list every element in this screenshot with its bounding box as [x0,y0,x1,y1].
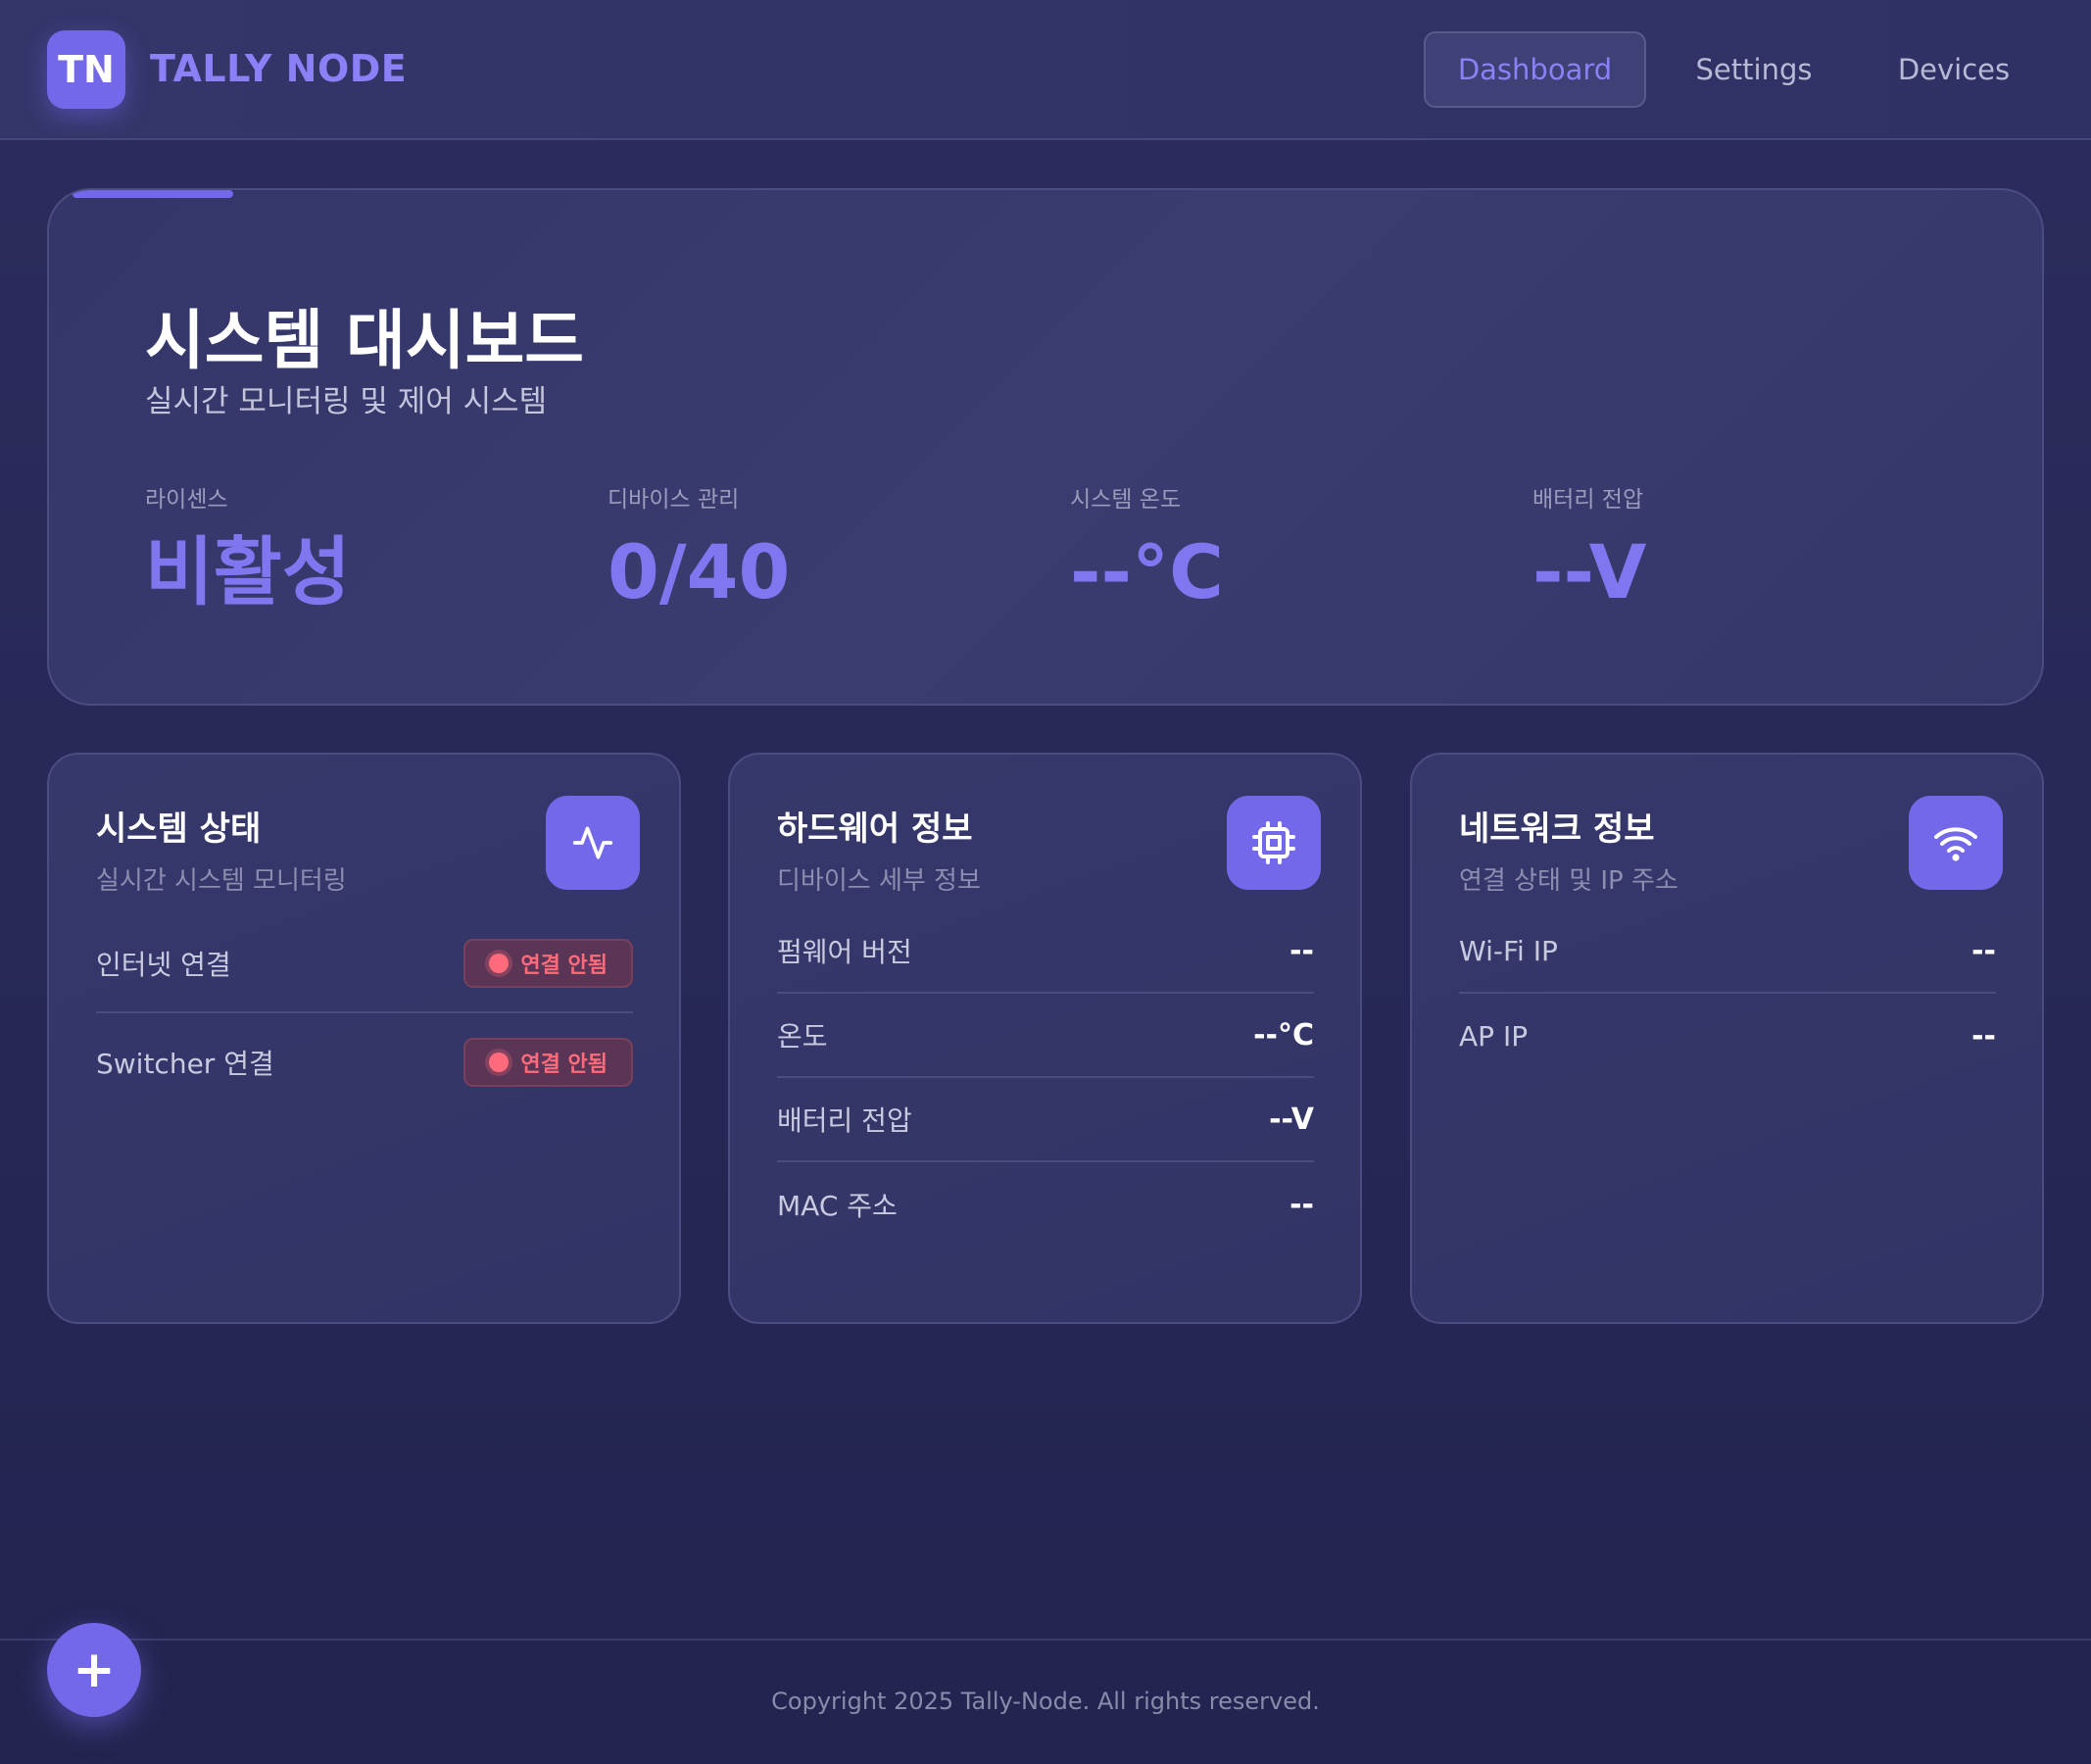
stat-label: 시스템 온도 [1070,487,1182,513]
nav-dashboard[interactable]: Dashboard [1424,31,1646,108]
nav-settings[interactable]: Settings [1666,31,1842,108]
hardware-row-temperature: 온도 --°C [777,994,1314,1078]
page-subtitle: 실시간 모니터링 및 제어 시스템 [145,384,548,419]
stat-battery: 배터리 전압 --V [1532,480,1646,610]
stat-value: 비활성 [145,528,351,615]
stat-temperature: 시스템 온도 --°C [1070,480,1224,610]
row-label: MAC 주소 [777,1190,898,1222]
row-label: Wi-Fi IP [1459,934,1558,967]
status-badge: 연결 안됨 [463,939,633,988]
activity-icon [546,796,640,890]
stat-value: --°C [1070,528,1224,615]
page-title: 시스템 대시보드 [145,303,585,378]
logo-badge[interactable]: TN [47,30,125,109]
status-row-internet: 인터넷 연결 연결 안됨 [96,915,633,1013]
stat-label: 디바이스 관리 [608,487,740,513]
footer-divider [0,1639,2091,1641]
network-row-ap-ip: AP IP -- [1459,994,1996,1078]
system-status-card: 시스템 상태 실시간 시스템 모니터링 인터넷 연결 연결 안됨 Switche… [47,753,681,1324]
stat-license: 라이센스 비활성 [145,480,351,610]
row-label: 온도 [777,1020,828,1053]
row-label: 펌웨어 버전 [777,936,912,968]
status-badge: 연결 안됨 [463,1038,633,1087]
hardware-row-mac: MAC 주소 -- [777,1162,1314,1247]
stat-label: 배터리 전압 [1532,487,1644,513]
stat-label: 라이센스 [145,487,228,513]
stat-value: --V [1532,528,1647,615]
row-value: -- [1289,1187,1314,1222]
row-label: Switcher 연결 [96,1048,274,1080]
top-nav-bar: TN TALLY NODE Dashboard Settings Devices [0,0,2091,140]
card-subtitle: 디바이스 세부 정보 [777,866,981,896]
row-label: AP IP [1459,1019,1529,1053]
row-value: --V [1269,1102,1314,1137]
card-title: 하드웨어 정보 [777,809,973,849]
wifi-icon [1909,796,2003,890]
hardware-row-firmware: 펌웨어 버전 -- [777,909,1314,994]
status-badge-text: 연결 안됨 [520,954,608,978]
copyright-text: Copyright 2025 Tally-Node. All rights re… [771,1688,1320,1715]
network-row-wifi-ip: Wi-Fi IP -- [1459,909,1996,994]
hero-accent-bar [73,190,233,198]
network-info-card: 네트워크 정보 연결 상태 및 IP 주소 Wi-Fi IP -- AP IP … [1410,753,2044,1324]
row-label: 인터넷 연결 [96,949,231,981]
card-title: 네트워크 정보 [1459,809,1655,849]
nav-devices[interactable]: Devices [1862,31,2046,108]
nav-devices-label: Devices [1897,53,2011,86]
row-value: -- [1971,933,1996,968]
card-subtitle: 실시간 시스템 모니터링 [96,866,347,896]
card-subtitle: 연결 상태 및 IP 주소 [1459,866,1678,896]
row-value: -- [1289,933,1314,968]
row-label: 배터리 전압 [777,1104,912,1137]
hardware-info-card: 하드웨어 정보 디바이스 세부 정보 펌웨어 버전 -- 온도 --°C 배터리… [728,753,1362,1324]
status-badge-text: 연결 안됨 [520,1053,608,1077]
status-dot-icon [489,954,510,973]
stat-devices: 디바이스 관리 0/40 [608,480,790,610]
nav-dashboard-label: Dashboard [1457,53,1613,86]
status-row-switcher: Switcher 연결 연결 안됨 [96,1013,633,1111]
app-name[interactable]: TALLY NODE [150,47,407,90]
hardware-row-battery: 배터리 전압 --V [777,1078,1314,1162]
logo-initials: TN [58,48,115,91]
card-title: 시스템 상태 [96,809,262,849]
row-value: -- [1971,1018,1996,1054]
stat-value: 0/40 [608,528,791,615]
cpu-icon [1227,796,1321,890]
status-dot-icon [489,1053,510,1072]
nav-settings-label: Settings [1695,53,1813,86]
dashboard-hero-card: 시스템 대시보드 실시간 모니터링 및 제어 시스템 라이센스 비활성 디바이스… [47,188,2044,706]
row-value: --°C [1253,1017,1314,1053]
